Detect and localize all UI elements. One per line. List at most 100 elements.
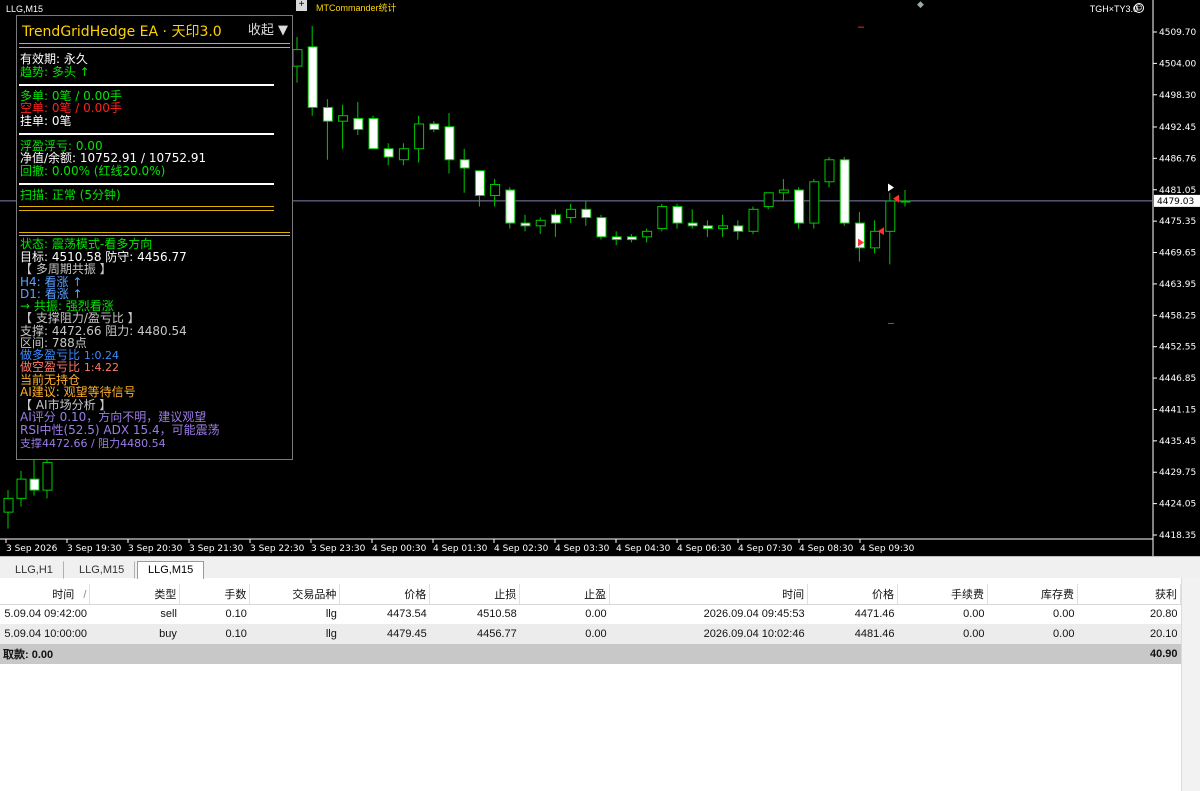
candle-body-bear (794, 189, 805, 224)
ai-sr-text: 支撑4472.66 / 阻力4480.54 (20, 437, 166, 450)
table-row[interactable]: 5.09.04 10:00:00 buy 0.10 llg 4479.45 44… (0, 624, 1181, 644)
divider (19, 206, 274, 207)
trend-text: 趋势: 多头 ↑ (20, 65, 90, 79)
price-axis-label: 4492.45 (1159, 123, 1196, 133)
candle-body-bear (611, 236, 622, 241)
tab-llg-m15[interactable]: LLG,M15 (68, 561, 136, 579)
col-header-type[interactable]: 类型 (89, 584, 181, 605)
candle-body-bear (429, 123, 440, 130)
cell-close-price: 4481.46 (807, 624, 898, 644)
time-axis-label: 4 Sep 08:30 (799, 544, 854, 554)
chart-symbol-label: LLG,M15 (6, 4, 44, 14)
col-header-tp[interactable]: 止盈 (519, 584, 611, 605)
time-axis-label: 3 Sep 23:30 (311, 544, 366, 554)
cell-profit: 20.80 (1077, 604, 1181, 624)
candle-body-bull (338, 115, 349, 122)
vertical-scrollbar[interactable] (1181, 578, 1200, 791)
cell-close-time: 2026.09.04 09:45:53 (609, 604, 808, 624)
time-axis-label: 3 Sep 21:30 (189, 544, 244, 554)
short-rr-label: 做空盈亏比 (20, 360, 81, 374)
col-header-symbol[interactable]: 交易品种 (249, 584, 341, 605)
ea-title: TrendGridHedge EA · 天印3.0 (22, 24, 222, 40)
divider (19, 84, 274, 86)
tab-llg-h1[interactable]: LLG,H1 (4, 561, 64, 579)
candle-body-bear (474, 170, 485, 197)
time-axis-label: 3 Sep 22:30 (250, 544, 305, 554)
candle-body-bear (702, 225, 713, 230)
candle-body-bull (3, 497, 14, 513)
candle-body-bull (490, 184, 501, 197)
candle-body-bull (748, 208, 759, 232)
candle-body-bull (16, 478, 27, 499)
candle-body-bull (292, 49, 303, 67)
total-label: 取款: 0.00 (0, 644, 180, 664)
price-axis-label: 4418.35 (1159, 531, 1196, 541)
candle-body-bear (672, 206, 683, 224)
candle-body-bull (778, 189, 789, 194)
price-axis-label: 4458.25 (1159, 311, 1196, 321)
candle-body-bull (566, 208, 577, 219)
short-rr-value: 1:4.22 (83, 361, 120, 374)
tab-llg-m15-active[interactable]: LLG,M15 (137, 561, 205, 579)
table-row[interactable]: 5.09.04 09:42:00 sell 0.10 llg 4473.54 4… (0, 604, 1181, 624)
add-indicator-button[interactable]: + (296, 0, 307, 11)
cell-tp: 0.00 (519, 604, 610, 624)
chart-area[interactable]: 4509.70 4504.00 4498.30 4492.45 4486.76 4481.… (0, 0, 1200, 556)
price-axis-label: 4509.70 (1159, 28, 1196, 38)
time-axis-label: 4 Sep 07:30 (738, 544, 793, 554)
settings-icon[interactable]: ◆ (917, 0, 924, 10)
smiley-icon: ☺ (1134, 3, 1144, 13)
price-axis-label: 4498.30 (1159, 91, 1196, 101)
chart-tabs-bar: LLG,H1 LLG,M15 LLG,M15 (0, 556, 1200, 579)
cell-swap: 0.00 (987, 604, 1078, 624)
cell-tp: 0.00 (519, 624, 610, 644)
time-axis-label: 4 Sep 00:30 (372, 544, 427, 554)
time-axis-label: 3 Sep 2026 (6, 544, 58, 554)
price-axis-label: 4463.95 (1159, 280, 1196, 290)
candle-body-bear (520, 222, 531, 227)
col-header-commission[interactable]: 手续费 (897, 584, 988, 605)
price-axis-label: 4481.05 (1159, 186, 1196, 196)
col-header-lots[interactable]: 手数 (179, 584, 251, 605)
candle-body-bull (642, 230, 653, 238)
price-axis-label: 4475.35 (1159, 217, 1196, 227)
trades-table: 时间 / 类型 手数 交易品种 价格 止损 止盈 时间 价格 手续费 库存费 获… (0, 584, 1182, 664)
col-header-swap[interactable]: 库存费 (987, 584, 1078, 605)
time-axis-label: 3 Sep 20:30 (128, 544, 183, 554)
candle-body-bear (353, 117, 364, 130)
time-axis-label: 4 Sep 01:30 (433, 544, 488, 554)
col-header-close-price[interactable]: 价格 (807, 584, 899, 605)
price-axis-label: 4469.65 (1159, 249, 1196, 259)
candle-body-bear (626, 236, 637, 241)
account-label: TGH×TY3.0 (1089, 4, 1138, 14)
time-axis-label: 4 Sep 02:30 (494, 544, 549, 554)
trade-marker (888, 183, 894, 192)
col-header-profit[interactable]: 获利 (1077, 584, 1182, 605)
total-row: 取款: 0.00 40.90 (0, 644, 1181, 664)
cell-sl: 4510.58 (429, 604, 520, 624)
candle-body-bull (535, 219, 546, 227)
candle-body-bear (322, 106, 333, 122)
price-axis-label: 4446.85 (1159, 374, 1196, 384)
sort-indicator: / (83, 588, 87, 601)
cell-symbol: llg (249, 604, 340, 624)
cell-lots: 0.10 (179, 604, 250, 624)
candle-body-bull (657, 206, 668, 230)
candle-body-bear (550, 214, 561, 224)
cell-open-time: 5.09.04 10:00:00 (0, 624, 90, 644)
col-header-close-time[interactable]: 时间 (609, 584, 809, 605)
ea-panel: TrendGridHedge EA · 天印3.0 收起 ▼ 有效期: 永久 趋… (16, 15, 293, 460)
time-axis-label: 3 Sep 19:30 (67, 544, 122, 554)
time-axis-label: 4 Sep 09:30 (860, 544, 915, 554)
cell-lots: 0.10 (179, 624, 250, 644)
col-header-open-time[interactable]: 时间 / (0, 584, 91, 605)
candle-body-bull (42, 462, 53, 491)
time-axis-label: 4 Sep 03:30 (555, 544, 610, 554)
price-axis-label: 4452.55 (1159, 343, 1196, 353)
col-header-price[interactable]: 价格 (339, 584, 431, 605)
pending-orders-text: 挂单: 0笔 (20, 114, 72, 128)
collapse-button[interactable]: 收起 ▼ (248, 19, 288, 38)
col-header-sl[interactable]: 止损 (429, 584, 521, 605)
divider (19, 232, 290, 233)
cell-close-price: 4471.46 (807, 604, 898, 624)
